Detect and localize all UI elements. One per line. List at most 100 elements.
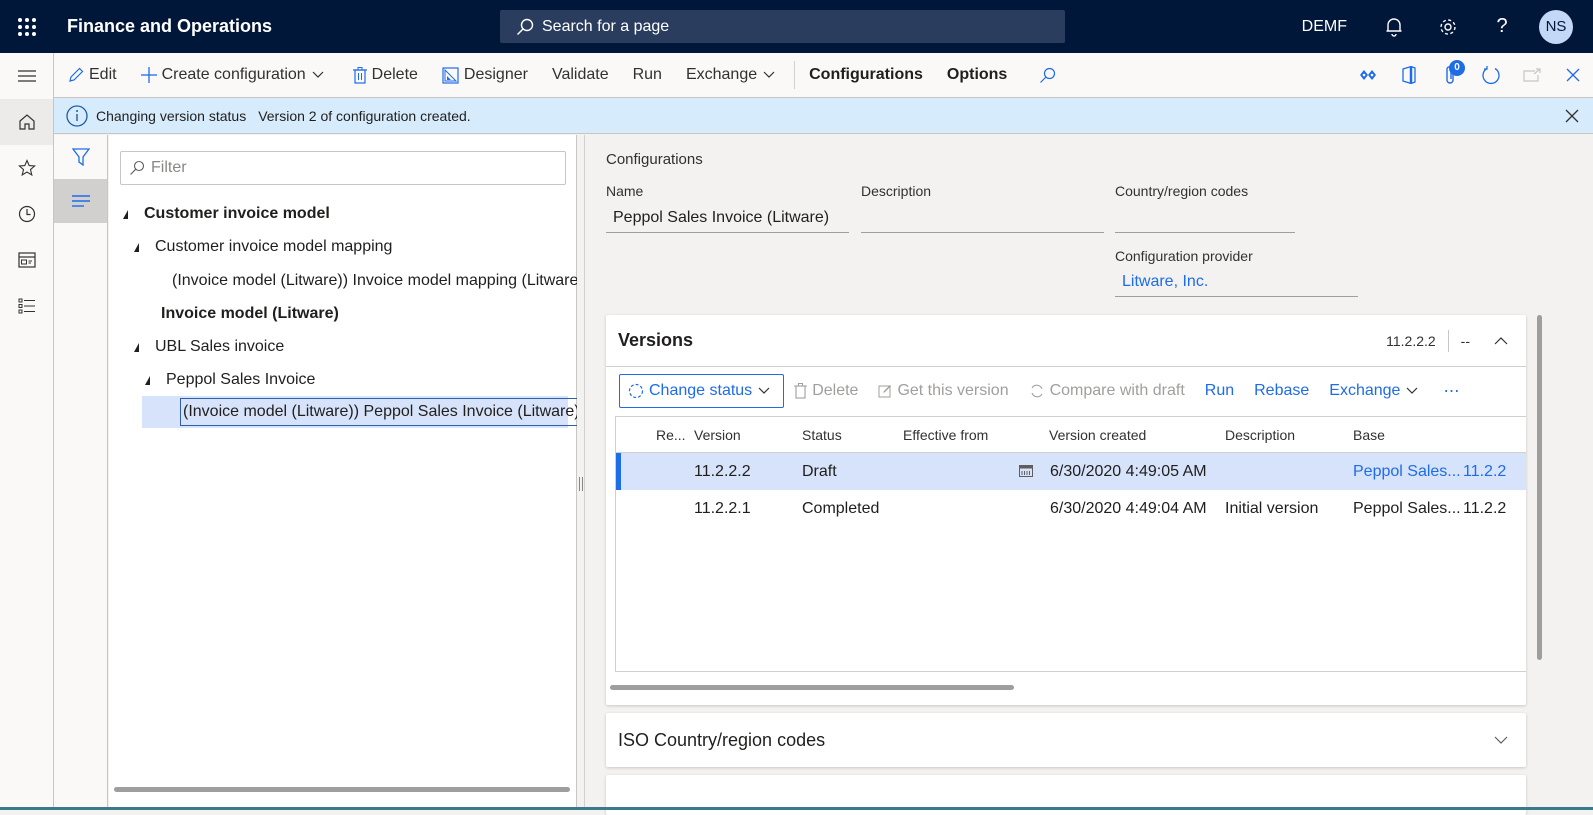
nav-recent[interactable] [0,191,53,237]
iso-country-region-codes-fasttab[interactable]: ISO Country/region codes [606,713,1526,767]
message-title: Changing version status [96,107,247,124]
company-picker[interactable]: DEMF [1302,18,1347,36]
run-button[interactable]: Run [621,53,674,98]
user-avatar[interactable]: NS [1539,9,1573,44]
notifications-button[interactable] [1367,0,1421,53]
chevron-down-icon [312,71,324,78]
table-row[interactable]: 11.2.2.2 Draft 6/30/2020 4:49:05 AM Pepp… [616,453,1526,490]
help-button[interactable]: ? [1475,0,1529,53]
configuration-provider-link[interactable]: Litware, Inc. [1115,267,1358,297]
tree-node[interactable]: Invoice model (Litware) [161,298,339,330]
expanded-triangle-icon[interactable] [134,342,139,352]
versions-fasttab: Versions 11.2.2.2 -- Change status Delet… [606,315,1526,705]
tree-node[interactable]: UBL Sales invoice [134,331,284,363]
calendar-icon[interactable] [1019,465,1033,477]
column-header-effective-from[interactable]: Effective from [903,427,988,443]
splitter-grip-icon[interactable] [579,477,583,491]
details-vertical-scrollbar[interactable] [1537,315,1542,660]
base-link[interactable]: Peppol Sales... [1353,463,1461,481]
tree-node[interactable]: Customer invoice model [123,198,330,230]
chevron-up-icon[interactable] [1494,336,1508,345]
expanded-triangle-icon[interactable] [134,242,139,252]
options-tab[interactable]: Options [935,53,1019,98]
column-header-status[interactable]: Status [802,427,842,443]
exchange-label: Exchange [685,66,758,83]
table-row[interactable]: 11.2.2.1 Completed 6/30/2020 4:49:04 AM … [616,490,1526,527]
get-this-version-button[interactable]: Get this version [868,374,1018,408]
nav-workspaces[interactable] [0,237,53,283]
change-status-button[interactable]: Change status [619,373,785,408]
tree-view-tab[interactable] [54,179,107,223]
power-apps-button[interactable] [1347,53,1388,98]
create-configuration-label: Create configuration [161,66,306,83]
tree-node[interactable]: Customer invoice model mapping [134,231,392,263]
tree-horizontal-scrollbar[interactable] [114,787,570,792]
edit-button[interactable]: Edit [54,53,129,98]
nav-favorites[interactable] [0,145,53,191]
office-button[interactable] [1388,53,1429,98]
version-exchange-button[interactable]: Exchange [1319,374,1433,408]
name-field[interactable]: Peppol Sales Invoice (Litware) [606,203,849,233]
delete-button[interactable]: Delete [341,53,430,98]
tree-node-label: Customer invoice model [144,205,330,222]
version-delete-button[interactable]: Delete [784,374,868,408]
tree-node-label: UBL Sales invoice [155,338,285,355]
more-options-button[interactable]: ⋯ [1433,374,1469,408]
exchange-button[interactable]: Exchange [674,53,792,98]
version-created-cell: 6/30/2020 4:49:05 AM [1050,462,1207,480]
column-header-re[interactable]: Re... [656,427,686,443]
summary-divider [1447,329,1449,352]
clock-icon [18,205,35,223]
page-search-box[interactable]: Search for a page [500,10,1065,43]
designer-button[interactable]: Designer [430,53,540,98]
expanded-triangle-icon[interactable] [145,375,150,385]
chevron-down-icon [758,387,770,394]
question-icon: ? [1496,15,1508,37]
action-search-button[interactable] [1019,53,1073,98]
column-header-version-created[interactable]: Version created [1049,427,1146,443]
nav-home[interactable] [0,99,53,145]
settings-button[interactable] [1421,0,1475,53]
description-field[interactable] [861,203,1104,233]
compare-with-draft-button[interactable]: Compare with draft [1019,374,1195,408]
configurations-tab[interactable]: Configurations [797,53,935,98]
app-launcher-button[interactable] [0,0,53,53]
change-status-icon [628,383,644,398]
column-header-version[interactable]: Version [694,427,741,443]
chevron-down-icon[interactable] [1494,736,1508,744]
tree-node-label: Peppol Sales Invoice [166,371,316,388]
rebase-button[interactable]: Rebase [1244,374,1319,408]
versions-summary-status: -- [1460,332,1470,349]
grid-header: Re... Version Status Effective from Vers… [616,417,1526,453]
get-this-version-label: Get this version [897,381,1009,399]
validate-button[interactable]: Validate [540,53,621,98]
column-header-description[interactable]: Description [1225,427,1295,443]
expanded-triangle-icon[interactable] [123,209,128,219]
column-header-base[interactable]: Base [1353,427,1385,443]
nav-modules[interactable] [0,283,53,329]
description-cell: Initial version [1225,499,1319,517]
configuration-tree-pane: Filter Customer invoice model Customer i… [109,135,584,810]
compare-with-draft-label: Compare with draft [1049,381,1185,399]
nav-menu-button[interactable] [0,53,53,99]
version-run-button[interactable]: Run [1195,374,1244,408]
close-message-icon[interactable] [1565,109,1579,123]
pane-splitter[interactable] [577,135,585,810]
open-new-window-button[interactable] [1511,53,1552,98]
waffle-icon [17,17,36,36]
attachments-button[interactable]: 0 [1429,53,1470,98]
create-configuration-button[interactable]: Create configuration [129,53,341,98]
refresh-button[interactable] [1470,53,1511,98]
tree-node-selected[interactable]: (Invoice model (Litware)) Peppol Sales I… [142,396,583,428]
funnel-icon [71,148,90,166]
sync-icon [1031,384,1043,397]
filter-tab[interactable] [54,135,107,179]
grid-horizontal-scrollbar[interactable] [610,685,1014,690]
country-region-codes-field[interactable] [1115,203,1295,233]
tree-filter-input[interactable]: Filter [120,151,566,185]
close-page-button[interactable] [1552,53,1593,98]
tree-node[interactable]: Peppol Sales Invoice [145,364,315,396]
tree-node[interactable]: (Invoice model (Litware)) Invoice model … [172,265,584,297]
versions-header[interactable]: Versions 11.2.2.2 -- [606,315,1526,367]
tree-node-label: Invoice model (Litware) [161,305,339,322]
